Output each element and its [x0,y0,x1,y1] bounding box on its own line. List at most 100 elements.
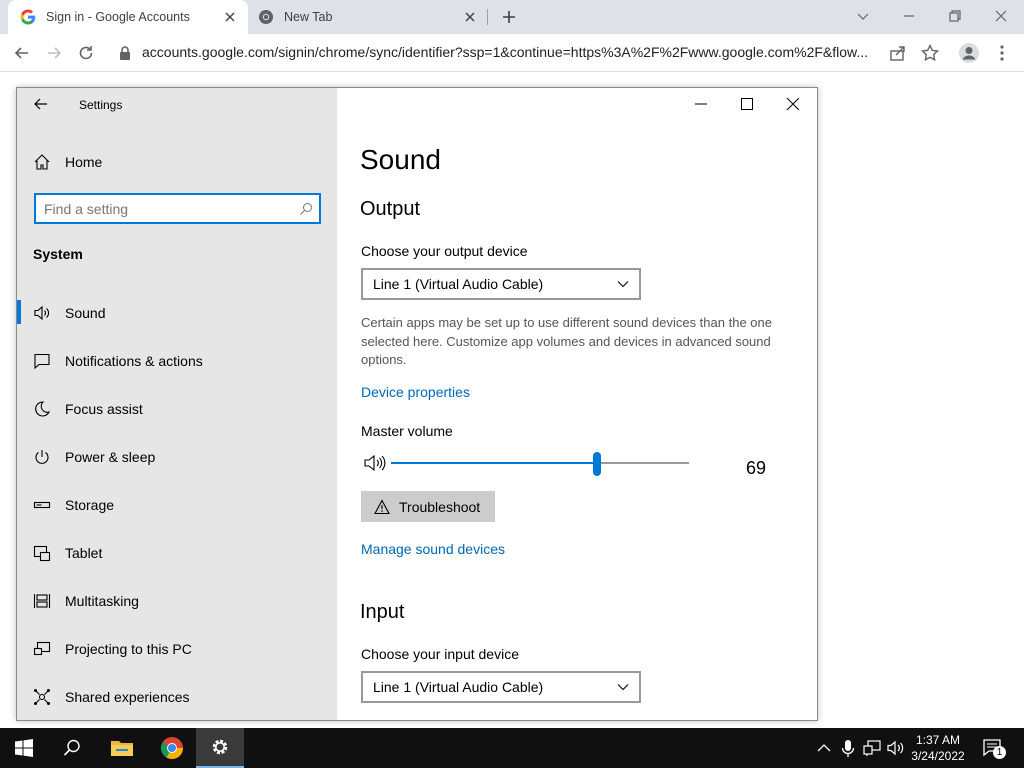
gear-icon [209,736,231,758]
taskbar-file-explorer[interactable] [98,728,146,768]
start-button[interactable] [0,728,48,768]
sidebar-item-multitasking[interactable]: Multitasking [17,581,337,621]
system-clock[interactable]: 1:37 AM 3/24/2022 [902,732,974,764]
tab-divider [487,9,488,25]
output-info-text: Certain apps may be set up to use differ… [361,315,772,367]
speaker-icon [33,304,51,322]
notification-icon [33,352,51,370]
sidebar-item-power-sleep[interactable]: Power & sleep [17,437,337,477]
moon-icon [33,400,51,418]
tab-new-tab[interactable]: New Tab [248,0,488,34]
search-box[interactable] [34,193,321,224]
sidebar-item-label: Sound [65,305,106,321]
sidebar-item-tablet[interactable]: Tablet [17,533,337,573]
windows-logo-icon [15,739,33,757]
lock-icon[interactable] [118,45,132,61]
volume-slider-track[interactable] [391,462,689,464]
action-center-icon[interactable]: 1 [982,737,1006,759]
home-icon [33,153,51,171]
sidebar-item-sound[interactable]: Sound [17,293,337,333]
close-tab-icon[interactable] [462,9,478,25]
search-icon[interactable] [299,202,313,216]
sidebar-item-label: Storage [65,497,115,513]
chevron-down-icon[interactable] [853,6,873,26]
tab-title: New Tab [284,10,333,24]
sidebar-item-storage[interactable]: Storage [17,485,337,525]
settings-sidebar: Settings Home System Sound Notific [17,88,337,720]
chrome-icon [258,9,274,25]
sidebar-item-label: Tablet [65,545,103,561]
device-properties-link[interactable]: Device properties [361,384,470,400]
settings-window: Settings Home System Sound Notific [16,87,818,721]
projecting-icon [33,640,51,658]
input-heading: Input [360,601,405,623]
chevron-down-icon [617,279,629,289]
volume-slider-fill [391,462,597,464]
volume-value: 69 [746,458,767,478]
chevron-up-icon[interactable] [814,738,834,758]
home-nav-item[interactable]: Home [33,152,102,172]
troubleshoot-button[interactable]: Troubleshoot [361,491,495,522]
window-title: Settings [79,98,123,112]
share-icon[interactable] [888,43,908,63]
warning-icon [374,498,390,515]
input-device-dropdown[interactable]: Line 1 (Virtual Audio Cable) [361,671,641,703]
taskbar: 1:37 AM 3/24/2022 1 [0,728,1024,768]
forward-arrow-icon[interactable] [44,43,64,63]
sidebar-item-shared-experiences[interactable]: Shared experiences [17,677,337,717]
new-tab-icon[interactable] [500,8,518,26]
close-icon[interactable] [785,96,801,112]
browser-toolbar: accounts.google.com/signin/chrome/sync/i… [0,34,1024,72]
back-arrow-icon[interactable] [33,96,49,112]
sidebar-item-notifications[interactable]: Notifications & actions [17,341,337,381]
microphone-icon[interactable] [838,738,858,758]
chevron-down-icon [617,682,629,692]
minimize-icon[interactable] [693,96,709,112]
tab-title: Sign in - Google Accounts [46,10,190,24]
sidebar-item-label: Notifications & actions [65,353,203,369]
sidebar-item-label: Projecting to this PC [65,641,192,657]
sidebar-item-label: Focus assist [65,401,143,417]
maximize-icon[interactable] [739,96,755,112]
troubleshoot-label: Troubleshoot [399,498,481,515]
taskbar-settings[interactable] [196,728,244,768]
master-volume-label: Master volume [361,423,453,439]
search-input[interactable] [44,199,294,219]
manage-sound-devices-link[interactable]: Manage sound devices [361,541,505,557]
taskbar-chrome[interactable] [148,728,196,768]
clock-date: 3/24/2022 [911,749,965,763]
sidebar-item-focus-assist[interactable]: Focus assist [17,389,337,429]
search-icon [63,739,81,757]
browser-tab-strip: Sign in - Google Accounts New Tab [0,0,1024,34]
sidebar-item-label: Multitasking [65,593,139,609]
input-device-label: Choose your input device [361,646,519,662]
taskbar-search[interactable] [48,728,96,768]
sidebar-item-projecting[interactable]: Projecting to this PC [17,629,337,669]
sidebar-item-label: Shared experiences [65,689,190,705]
network-icon[interactable] [862,738,882,758]
profile-avatar-icon[interactable] [958,42,980,64]
clock-time: 1:37 AM [915,733,961,747]
output-device-dropdown[interactable]: Line 1 (Virtual Audio Cable) [361,268,641,300]
close-tab-icon[interactable] [222,9,238,25]
back-arrow-icon[interactable] [12,43,32,63]
more-menu-icon[interactable] [992,43,1012,63]
restore-icon[interactable] [945,6,965,26]
storage-icon [33,496,51,514]
volume-slider-thumb[interactable] [593,452,601,476]
home-label: Home [65,154,103,170]
address-bar[interactable]: accounts.google.com/signin/chrome/sync/i… [142,44,882,60]
tab-sign-in-google-accounts[interactable]: Sign in - Google Accounts [8,0,248,34]
close-window-icon[interactable] [991,6,1011,26]
minimize-icon[interactable] [899,6,919,26]
power-icon [33,448,51,466]
chrome-icon [160,736,184,760]
shared-experiences-icon [33,688,51,706]
folder-icon [110,738,134,758]
notification-count-badge: 1 [993,746,1006,759]
multitasking-icon [33,592,51,610]
volume-icon[interactable] [363,453,387,473]
output-device-label: Choose your output device [361,243,528,259]
bookmark-star-icon[interactable] [920,43,940,63]
reload-icon[interactable] [76,43,96,63]
